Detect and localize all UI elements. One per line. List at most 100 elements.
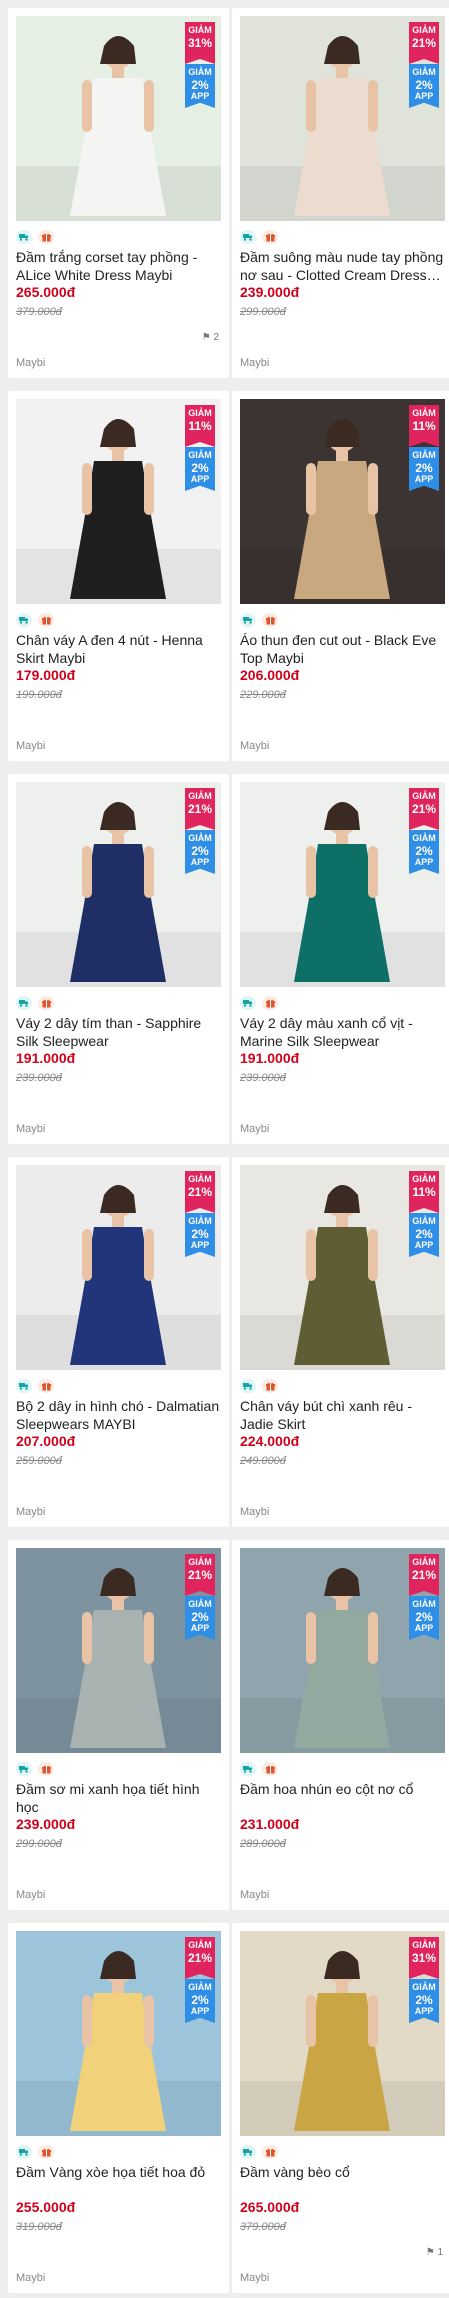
truck-icon — [240, 2145, 256, 2159]
original-price: 239.000đ — [16, 1072, 62, 1084]
original-price: 229.000đ — [240, 689, 286, 701]
product-image[interactable]: GIẢM 21% GIẢM 2% APP — [16, 1165, 221, 1370]
promo-icons — [240, 2145, 278, 2159]
gift-icon — [262, 1762, 278, 1776]
product-price: 231.000đ — [240, 1816, 300, 1832]
original-price: 259.000đ — [16, 1455, 62, 1467]
product-card[interactable]: GIẢM 11% GIẢM 2% APP Áo thun đen cut out… — [232, 391, 449, 761]
product-image[interactable]: GIẢM 21% GIẢM 2% APP — [16, 1931, 221, 2136]
product-title[interactable]: Đầm suông màu nude tay phồng nơ sau - Cl… — [240, 248, 445, 284]
product-card[interactable]: GIẢM 21% GIẢM 2% APP Đầm suông màu nude … — [232, 8, 449, 378]
product-title[interactable]: Áo thun đen cut out - Black Eve Top Mayb… — [240, 631, 445, 667]
promo-icons — [16, 1379, 54, 1393]
product-image[interactable]: GIẢM 21% GIẢM 2% APP — [240, 16, 445, 221]
app-discount-badge: GIẢM 2% APP — [409, 830, 439, 874]
app-label: APP — [414, 91, 434, 101]
product-card[interactable]: GIẢM 31% GIẢM 2% APP Đầm trắng corset ta… — [8, 8, 229, 378]
product-image[interactable]: GIẢM 11% GIẢM 2% APP — [16, 399, 221, 604]
product-image[interactable]: GIẢM 21% GIẢM 2% APP — [240, 782, 445, 987]
brand-name[interactable]: Maybi — [16, 1506, 45, 1518]
app-discount-percent: 2% — [191, 78, 209, 92]
product-title[interactable]: Chân váy A đen 4 nút - Henna Skirt Maybi — [16, 631, 221, 667]
product-card[interactable]: GIẢM 21% GIẢM 2% APP Đầm Vàng xòe họa ti… — [8, 1923, 229, 2293]
product-title[interactable]: Đầm trắng corset tay phồng - ALice White… — [16, 248, 221, 284]
app-discount-badge: GIẢM 2% APP — [409, 447, 439, 491]
brand-name[interactable]: Maybi — [16, 1123, 45, 1135]
gift-icon — [38, 1379, 54, 1393]
truck-icon — [16, 2145, 32, 2159]
discount-percent: 11% — [412, 1185, 436, 1199]
brand-name[interactable]: Maybi — [240, 1123, 269, 1135]
product-title[interactable]: Đầm sơ mi xanh họa tiết hình học — [16, 1780, 221, 1816]
brand-name[interactable]: Maybi — [240, 1889, 269, 1901]
product-image[interactable]: GIẢM 31% GIẢM 2% APP — [240, 1931, 445, 2136]
product-image[interactable]: GIẢM 21% GIẢM 2% APP — [240, 1548, 445, 1753]
brand-name[interactable]: Maybi — [240, 740, 269, 752]
original-price: 199.000đ — [16, 689, 62, 701]
gift-icon — [38, 2145, 54, 2159]
gift-icon — [38, 1762, 54, 1776]
product-title[interactable]: Váy 2 dây màu xanh cổ vịt - Marine Silk … — [240, 1014, 445, 1050]
product-title[interactable]: Đầm vàng bèo cổ — [240, 2163, 445, 2199]
product-title[interactable]: Đầm hoa nhún eo cột nơ cổ — [240, 1780, 445, 1816]
discount-percent: 21% — [411, 1568, 437, 1582]
app-discount-percent: 2% — [415, 1610, 433, 1624]
app-discount-percent: 2% — [191, 1993, 209, 2007]
truck-icon — [240, 1379, 256, 1393]
product-title[interactable]: Bộ 2 dây in hình chó - Dalmatian Sleepwe… — [16, 1397, 221, 1433]
product-card[interactable]: GIẢM 21% GIẢM 2% APP Đầm sơ mi xanh họa … — [8, 1540, 229, 1910]
product-price: 191.000đ — [16, 1050, 76, 1066]
brand-name[interactable]: Maybi — [16, 1889, 45, 1901]
brand-name[interactable]: Maybi — [16, 357, 45, 369]
app-discount-badge: GIẢM 2% APP — [409, 64, 439, 108]
promo-icons — [16, 2145, 54, 2159]
app-label: APP — [190, 857, 210, 867]
tag-count-value: 2 — [213, 332, 219, 343]
product-image[interactable]: GIẢM 21% GIẢM 2% APP — [16, 782, 221, 987]
product-title[interactable]: Váy 2 dây tím than - Sapphire Silk Sleep… — [16, 1014, 221, 1050]
product-price: 191.000đ — [240, 1050, 300, 1066]
app-discount-badge: GIẢM 2% APP — [185, 447, 215, 491]
brand-name[interactable]: Maybi — [240, 2272, 269, 2284]
app-label: APP — [414, 2006, 434, 2016]
original-price: 299.000đ — [240, 306, 286, 318]
product-card[interactable]: GIẢM 21% GIẢM 2% APP Váy 2 dây tím than … — [8, 774, 229, 1144]
app-discount-label: GIẢM — [412, 450, 436, 460]
discount-percent: 11% — [412, 419, 436, 433]
app-discount-badge: GIẢM 2% APP — [185, 64, 215, 108]
discount-badge: GIẢM 21% — [409, 788, 439, 830]
product-image[interactable]: GIẢM 21% GIẢM 2% APP — [16, 1548, 221, 1753]
discount-percent: 21% — [187, 1568, 213, 1582]
promo-icons — [240, 613, 278, 627]
product-card[interactable]: GIẢM 21% GIẢM 2% APP Đầm hoa nhún eo cột… — [232, 1540, 449, 1910]
original-price: 249.000đ — [240, 1455, 286, 1467]
product-card[interactable]: GIẢM 21% GIẢM 2% APP Váy 2 dây màu xanh … — [232, 774, 449, 1144]
product-card[interactable]: GIẢM 11% GIẢM 2% APP Chân váy bút chì xa… — [232, 1157, 449, 1527]
original-price: 379.000đ — [240, 2221, 286, 2233]
discount-percent: 31% — [187, 36, 213, 50]
original-price: 239.000đ — [240, 1072, 286, 1084]
app-discount-label: GIẢM — [188, 67, 212, 77]
brand-name[interactable]: Maybi — [16, 2272, 45, 2284]
product-card[interactable]: GIẢM 21% GIẢM 2% APP Bộ 2 dây in hình ch… — [8, 1157, 229, 1527]
brand-name[interactable]: Maybi — [240, 357, 269, 369]
tag-icon: ⚑ — [201, 332, 211, 343]
discount-badge: GIẢM 21% — [185, 1554, 215, 1596]
product-title[interactable]: Đầm Vàng xòe họa tiết hoa đỏ — [16, 2163, 221, 2199]
product-title[interactable]: Chân váy bút chì xanh rêu - Jadie Skirt — [240, 1397, 445, 1433]
app-discount-badge: GIẢM 2% APP — [409, 1213, 439, 1257]
discount-badge: GIẢM 21% — [185, 788, 215, 830]
product-card[interactable]: GIẢM 31% GIẢM 2% APP Đầm vàng bèo cổ 265… — [232, 1923, 449, 2293]
promo-icons — [240, 230, 278, 244]
app-discount-percent: 2% — [415, 844, 433, 858]
brand-name[interactable]: Maybi — [16, 740, 45, 752]
product-image[interactable]: GIẢM 11% GIẢM 2% APP — [240, 399, 445, 604]
product-image[interactable]: GIẢM 11% GIẢM 2% APP — [240, 1165, 445, 1370]
app-discount-badge: GIẢM 2% APP — [409, 1596, 439, 1640]
product-image[interactable]: GIẢM 31% GIẢM 2% APP — [16, 16, 221, 221]
brand-name[interactable]: Maybi — [240, 1506, 269, 1518]
product-price: 179.000đ — [16, 667, 76, 683]
tag-count: ⚑ 2 — [202, 332, 219, 343]
truck-icon — [240, 1762, 256, 1776]
product-card[interactable]: GIẢM 11% GIẢM 2% APP Chân váy A đen 4 nú… — [8, 391, 229, 761]
